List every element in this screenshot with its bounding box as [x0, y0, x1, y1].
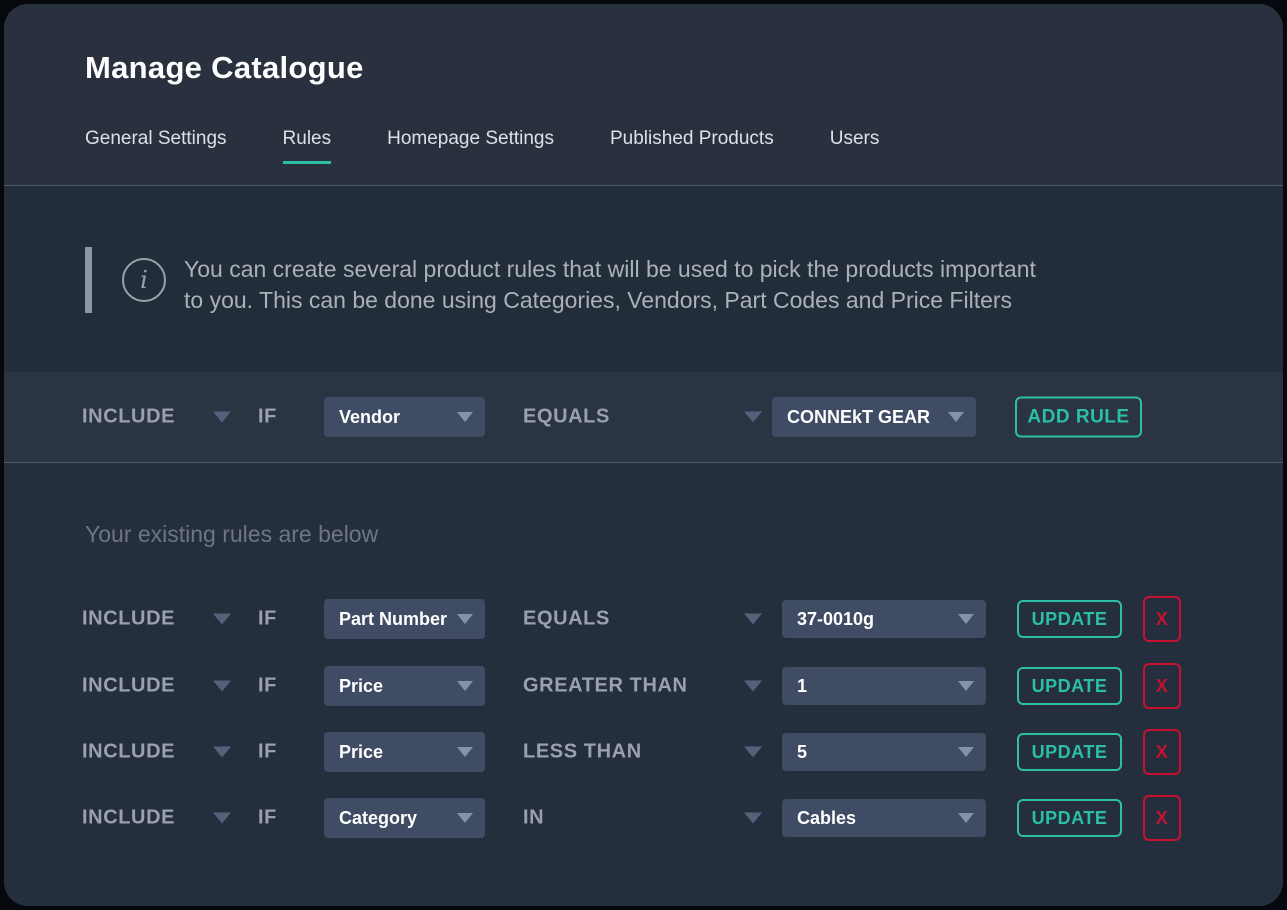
info-text-line1: You can create several product rules tha… — [184, 254, 1036, 285]
chevron-down-icon[interactable] — [744, 614, 762, 625]
chevron-down-icon — [958, 681, 974, 691]
page-title: Manage Catalogue — [85, 50, 364, 86]
rule-row: INCLUDE IF Part Number EQUALS 37-0010g U… — [4, 586, 1283, 652]
existing-rules-section: Your existing rules are below INCLUDE IF… — [4, 463, 1283, 906]
chevron-down-icon — [457, 412, 473, 422]
rule-row: INCLUDE IF Category IN Cables UPDATE X — [4, 785, 1283, 851]
chevron-down-icon[interactable] — [213, 747, 231, 758]
include-dropdown-label[interactable]: INCLUDE — [82, 675, 175, 698]
update-rule-button[interactable]: UPDATE — [1017, 799, 1122, 837]
page-background: Manage Catalogue General Settings Rules … — [0, 0, 1287, 910]
operator-dropdown-label[interactable]: EQUALS — [523, 406, 610, 429]
rule-builder-bar: INCLUDE IF Vendor EQUALS CONNEkT GEAR AD… — [4, 372, 1283, 462]
field-dropdown[interactable]: Price — [324, 666, 485, 706]
update-rule-button[interactable]: UPDATE — [1017, 600, 1122, 638]
header: Manage Catalogue General Settings Rules … — [4, 4, 1283, 185]
value-dropdown-value: 1 — [797, 676, 807, 697]
existing-rules-heading: Your existing rules are below — [85, 521, 378, 548]
manage-catalogue-panel: Manage Catalogue General Settings Rules … — [4, 4, 1283, 906]
tab-homepage-settings[interactable]: Homepage Settings — [387, 128, 554, 164]
field-dropdown-value: Category — [339, 808, 417, 829]
chevron-down-icon[interactable] — [744, 747, 762, 758]
info-text: You can create several product rules tha… — [184, 254, 1036, 316]
field-dropdown[interactable]: Vendor — [324, 397, 485, 437]
if-label: IF — [258, 675, 277, 698]
chevron-down-icon — [948, 412, 964, 422]
info-section: i You can create several product rules t… — [4, 186, 1283, 372]
chevron-down-icon — [457, 681, 473, 691]
info-icon: i — [122, 258, 166, 302]
value-dropdown[interactable]: 1 — [782, 667, 986, 705]
field-dropdown-value: Price — [339, 676, 383, 697]
chevron-down-icon — [457, 614, 473, 624]
tab-rules[interactable]: Rules — [283, 128, 332, 164]
tab-general-settings[interactable]: General Settings — [85, 128, 227, 164]
delete-rule-button[interactable]: X — [1143, 729, 1181, 775]
add-rule-button[interactable]: ADD RULE — [1015, 397, 1142, 438]
if-label: IF — [258, 741, 277, 764]
operator-dropdown-label[interactable]: GREATER THAN — [523, 675, 688, 698]
tab-bar: General Settings Rules Homepage Settings… — [85, 128, 879, 164]
chevron-down-icon — [958, 614, 974, 624]
update-rule-button[interactable]: UPDATE — [1017, 733, 1122, 771]
chevron-down-icon — [958, 747, 974, 757]
value-dropdown[interactable]: Cables — [782, 799, 986, 837]
field-dropdown-value: Price — [339, 742, 383, 763]
if-label: IF — [258, 807, 277, 830]
delete-rule-button[interactable]: X — [1143, 596, 1181, 642]
rule-row: INCLUDE IF Price GREATER THAN 1 UPDATE X — [4, 653, 1283, 719]
value-dropdown[interactable]: 5 — [782, 733, 986, 771]
operator-dropdown-label[interactable]: EQUALS — [523, 608, 610, 631]
tab-published-products[interactable]: Published Products — [610, 128, 774, 164]
field-dropdown[interactable]: Part Number — [324, 599, 485, 639]
chevron-down-icon — [457, 747, 473, 757]
value-dropdown[interactable]: CONNEkT GEAR — [772, 397, 976, 437]
chevron-down-icon[interactable] — [744, 681, 762, 692]
info-text-line2: to you. This can be done using Categorie… — [184, 285, 1036, 316]
value-dropdown-value: CONNEkT GEAR — [787, 407, 930, 428]
operator-dropdown-label[interactable]: LESS THAN — [523, 741, 642, 764]
field-dropdown[interactable]: Category — [324, 798, 485, 838]
field-dropdown-value: Vendor — [339, 407, 400, 428]
include-dropdown-label[interactable]: INCLUDE — [82, 608, 175, 631]
include-dropdown-label[interactable]: INCLUDE — [82, 741, 175, 764]
chevron-down-icon[interactable] — [213, 614, 231, 625]
chevron-down-icon[interactable] — [744, 412, 762, 423]
value-dropdown-value: Cables — [797, 808, 856, 829]
field-dropdown-value: Part Number — [339, 609, 447, 630]
if-label: IF — [258, 608, 277, 631]
chevron-down-icon[interactable] — [744, 813, 762, 824]
chevron-down-icon[interactable] — [213, 412, 231, 423]
rule-row: INCLUDE IF Price LESS THAN 5 UPDATE X — [4, 719, 1283, 785]
delete-rule-button[interactable]: X — [1143, 663, 1181, 709]
delete-rule-button[interactable]: X — [1143, 795, 1181, 841]
update-rule-button[interactable]: UPDATE — [1017, 667, 1122, 705]
operator-dropdown-label[interactable]: IN — [523, 807, 544, 830]
value-dropdown[interactable]: 37-0010g — [782, 600, 986, 638]
include-dropdown-label[interactable]: INCLUDE — [82, 807, 175, 830]
value-dropdown-value: 5 — [797, 742, 807, 763]
chevron-down-icon[interactable] — [213, 681, 231, 692]
chevron-down-icon — [958, 813, 974, 823]
include-dropdown-label[interactable]: INCLUDE — [82, 406, 175, 429]
chevron-down-icon — [457, 813, 473, 823]
info-accent-bar — [85, 247, 92, 313]
chevron-down-icon[interactable] — [213, 813, 231, 824]
if-label: IF — [258, 406, 277, 429]
tab-users[interactable]: Users — [830, 128, 880, 164]
value-dropdown-value: 37-0010g — [797, 609, 874, 630]
field-dropdown[interactable]: Price — [324, 732, 485, 772]
